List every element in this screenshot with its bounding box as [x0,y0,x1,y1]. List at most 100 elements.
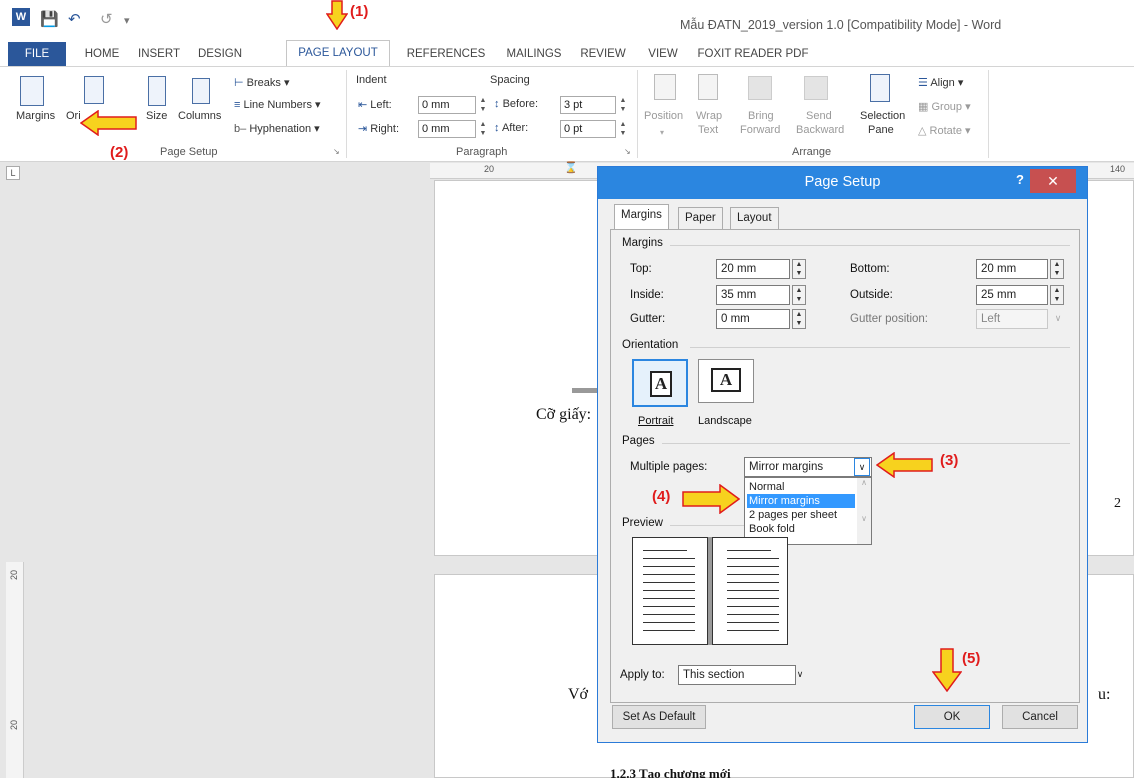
spacing-before-label: ↕ Before: [494,98,538,110]
indent-right-input[interactable]: 0 mm [418,120,476,138]
word-logo-icon[interactable]: W [12,8,30,26]
dropdown-option-normal[interactable]: Normal [747,480,855,494]
redo-icon[interactable]: ↺ [100,10,113,28]
size-icon[interactable] [148,76,166,106]
align-label: Align [930,77,955,89]
gutter-spinner-icon[interactable]: ▲ ▼ [792,309,806,329]
spacing-before-input[interactable]: 3 pt [560,96,616,114]
multiple-pages-dropdown-list[interactable]: Normal Mirror margins 2 pages per sheet … [744,477,872,545]
outside-spinner-icon[interactable]: ▲ ▼ [1050,285,1064,305]
customize-quick-access-icon[interactable]: ▾ [124,14,130,27]
tab-view[interactable]: VIEW [640,42,686,66]
preview-line [727,582,779,583]
top-margin-input[interactable]: 20 mm [716,259,790,279]
line-numbers-button[interactable]: ≡ Line Numbers ▾ [234,98,321,111]
vertical-ruler[interactable]: 20 20 [6,562,24,778]
indent-heading: Indent [356,74,387,86]
indent-left-spinner-icon[interactable]: ▲ ▼ [478,96,488,114]
indent-marker-icon[interactable]: ⌛ [564,161,578,174]
annotation-step3: (3) [940,452,959,469]
portrait-label[interactable]: Portrait [638,415,673,427]
tab-mailings[interactable]: MAILINGS [502,42,566,66]
columns-button[interactable]: Columns [178,110,221,122]
portrait-option[interactable]: A [632,359,688,407]
size-button[interactable]: Size [146,110,167,122]
undo-icon[interactable]: ↶ [68,10,81,28]
tab-file[interactable]: FILE [8,42,66,66]
tab-margins[interactable]: Margins [614,204,669,230]
preview-line [643,590,695,591]
gutter-position-select: Left [976,309,1048,329]
rotate-button: △ Rotate ▾ [918,125,971,137]
dropdown-scrollbar[interactable]: ∧ ∨ [857,478,871,544]
ok-button[interactable]: OK [914,705,990,729]
cancel-button[interactable]: Cancel [1002,705,1078,729]
top-label: Top: [630,263,652,275]
apply-to-select[interactable]: This section [678,665,796,685]
rotate-label: Rotate [929,125,962,137]
selection-pane-button-line1[interactable]: Selection [860,110,905,122]
ribbon-separator [988,70,989,158]
set-as-default-button[interactable]: Set As Default [612,705,706,729]
breaks-button[interactable]: ⊢ Breaks ▾ [234,76,289,89]
margins-section-label: Margins [622,237,663,249]
outside-margin-input[interactable]: 25 mm [976,285,1048,305]
landscape-option[interactable]: A [698,359,754,403]
bottom-spinner-icon[interactable]: ▲ ▼ [1050,259,1064,279]
section-divider [662,443,1070,444]
close-icon[interactable]: ✕ [1030,169,1076,193]
tab-paper[interactable]: Paper [678,207,723,229]
tab-insert[interactable]: INSERT [134,42,184,66]
inside-margin-input[interactable]: 35 mm [716,285,790,305]
orientation-icon[interactable] [84,76,104,104]
bottom-margin-input[interactable]: 20 mm [976,259,1048,279]
margins-button[interactable]: Margins [16,110,55,122]
dropdown-option-2-pages-per-sheet[interactable]: 2 pages per sheet [747,508,855,522]
section-divider [670,525,744,526]
spacing-after-input[interactable]: 0 pt [560,120,616,138]
help-icon[interactable]: ? [1016,172,1024,187]
columns-icon[interactable] [192,78,210,104]
tab-selector[interactable]: L [6,166,20,180]
margins-icon[interactable] [20,76,44,106]
portrait-icon: A [650,371,672,397]
spacing-before-text: Before: [502,98,539,110]
tab-layout[interactable]: Layout [730,207,779,229]
gutter-input[interactable]: 0 mm [716,309,790,329]
tab-foxit-reader-pdf[interactable]: FOXIT READER PDF [694,42,812,66]
tab-review[interactable]: REVIEW [576,42,630,66]
save-icon[interactable]: 💾 [40,10,59,28]
tab-page-layout[interactable]: PAGE LAYOUT [286,40,390,67]
selection-pane-button-line2[interactable]: Pane [868,124,894,136]
hyphenation-button[interactable]: b– Hyphenation ▾ [234,122,320,135]
spacing-before-icon: ↕ [494,98,500,110]
tab-references[interactable]: REFERENCES [400,42,492,66]
landscape-label[interactable]: Landscape [698,415,752,427]
dialog-title-bar[interactable]: Page Setup ? ✕ [598,167,1087,199]
top-spinner-icon[interactable]: ▲ ▼ [792,259,806,279]
indent-right-spinner-icon[interactable]: ▲ ▼ [478,120,488,138]
tab-home[interactable]: HOME [80,42,124,66]
paragraph-group-label: Paragraph [456,146,508,158]
paragraph-launcher-icon[interactable]: ↘ [624,147,631,156]
apply-to-dropdown-icon[interactable]: ∨ [792,666,808,684]
orientation-button[interactable]: Ori [66,110,81,122]
breaks-icon: ⊢ [234,77,244,89]
indent-left-input[interactable]: 0 mm [418,96,476,114]
align-button[interactable]: ☰ Align ▾ [918,76,963,89]
inside-spinner-icon[interactable]: ▲ ▼ [792,285,806,305]
spacing-after-spinner-icon[interactable]: ▲ ▼ [618,120,628,138]
spacing-after-label: ↕ After: [494,122,528,134]
dropdown-option-mirror-margins[interactable]: Mirror margins [747,494,855,508]
page-setup-launcher-icon[interactable]: ↘ [333,147,340,156]
spacing-before-spinner-icon[interactable]: ▲ ▼ [618,96,628,114]
dropdown-option-book-fold[interactable]: Book fold [747,522,855,536]
tab-design[interactable]: DESIGN [192,42,248,66]
multiple-pages-select[interactable]: Mirror margins [744,457,872,477]
orientation-section-label: Orientation [622,339,679,351]
multiple-pages-dropdown-icon[interactable]: ∨ [854,458,870,476]
selection-pane-icon[interactable] [870,74,890,102]
preview-line [727,590,779,591]
preview-line [643,574,695,575]
bring-forward-icon [748,76,772,100]
